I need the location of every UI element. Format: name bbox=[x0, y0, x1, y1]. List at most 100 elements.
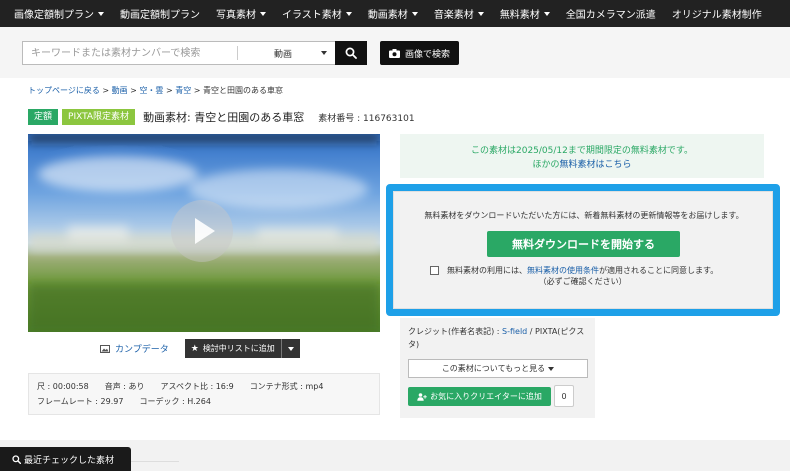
author-link[interactable]: S-field bbox=[502, 327, 527, 336]
spec-framerate: フレームレート : 29.97 bbox=[37, 397, 124, 406]
terms-link[interactable]: 無料素材の使用条件 bbox=[527, 266, 599, 275]
free-download-button[interactable]: 無料ダウンロードを開始する bbox=[487, 231, 680, 257]
download-panel: 無料素材をダウンロードいただいた方には、新着無料素材の更新情報等をお届けします。… bbox=[393, 191, 773, 309]
chevron-down-icon bbox=[345, 11, 352, 16]
nav-item-photographer[interactable]: 全国カメラマン派遣 bbox=[566, 6, 656, 21]
top-nav: 画像定額制プラン 動画定額制プラン 写真素材 イラスト素材 動画素材 音楽素材 … bbox=[0, 0, 790, 27]
chevron-down-icon bbox=[548, 366, 555, 371]
video-specs: 尺 : 00:00:58 音声 : あり アスペクト比 : 16:9 コンテナ形… bbox=[28, 373, 380, 415]
main-content: トップページに戻る > 動画 > 空・雲 > 青空 > 青空と田園のある車窓 定… bbox=[0, 78, 790, 440]
nav-item-video-plan[interactable]: 動画定額制プラン bbox=[120, 6, 200, 21]
play-icon bbox=[195, 218, 215, 244]
credit-text: クレジット(作者名表記) : S-field / PIXTA(ピクスタ) bbox=[408, 325, 592, 351]
divider bbox=[131, 461, 179, 462]
nav-label: 動画素材 bbox=[367, 10, 408, 21]
free-notice-line2: ほかの無料素材はこちら bbox=[400, 158, 764, 172]
breadcrumb-bluesky[interactable]: 青空 bbox=[175, 86, 191, 95]
spec-codec: コーデック : H.264 bbox=[139, 397, 211, 406]
search-type-value: 動画 bbox=[274, 49, 293, 60]
more-about-label: この素材についてもっと見る bbox=[441, 364, 546, 373]
search-icon bbox=[12, 454, 21, 464]
nav-item-free[interactable]: 無料素材 bbox=[500, 6, 550, 21]
image-search-button[interactable]: 画像で検索 bbox=[380, 41, 459, 65]
chevron-down-icon bbox=[287, 346, 294, 351]
badge-pixta-limited: PIXTA限定素材 bbox=[62, 109, 136, 125]
favorite-creator-label: お気に入りクリエイターに追加 bbox=[430, 392, 542, 401]
video-actions: カンプデータ ★ 検討中リストに追加 bbox=[100, 339, 300, 358]
free-notice: この素材は2025/05/12まで期間限定の無料素材です。 ほかの無料素材はこち… bbox=[400, 134, 764, 178]
free-materials-link[interactable]: 無料素材はこちら bbox=[560, 160, 632, 170]
nav-item-music[interactable]: 音楽素材 bbox=[434, 6, 484, 21]
breadcrumb-sep: > bbox=[99, 86, 112, 95]
agree-suffix: が適用されることに同意します。 bbox=[599, 266, 719, 275]
search-icon bbox=[345, 47, 357, 59]
add-to-list-button[interactable]: ★ 検討中リストに追加 bbox=[184, 339, 281, 358]
chevron-down-icon bbox=[321, 51, 327, 55]
play-button[interactable] bbox=[171, 200, 233, 262]
nav-item-video[interactable]: 動画素材 bbox=[368, 6, 418, 21]
nav-label: オリジナル素材制作 bbox=[671, 10, 762, 21]
more-about-button[interactable]: この素材についてもっと見る bbox=[408, 359, 588, 378]
nav-item-photo[interactable]: 写真素材 bbox=[216, 6, 266, 21]
agree-row: 無料素材の利用には、無料素材の使用条件が適用されることに同意します。 （必ずご確… bbox=[430, 265, 718, 287]
breadcrumb-sep: > bbox=[127, 86, 140, 95]
breadcrumb-sep: > bbox=[191, 86, 204, 95]
nav-label: 画像定額制プラン bbox=[14, 10, 94, 21]
add-user-icon bbox=[417, 392, 427, 401]
agree-checkbox[interactable] bbox=[430, 266, 439, 275]
material-number: 素材番号 : 116763101 bbox=[318, 113, 415, 124]
spec-audio: 音声 : あり bbox=[104, 382, 145, 391]
spec-row: 尺 : 00:00:58 音声 : あり アスペクト比 : 16:9 コンテナ形… bbox=[37, 379, 371, 394]
star-icon: ★ bbox=[190, 343, 199, 354]
recent-materials-label: 最近チェックした素材 bbox=[24, 455, 115, 466]
chevron-down-icon bbox=[260, 11, 266, 16]
comp-data-link[interactable]: カンプデータ bbox=[100, 342, 169, 355]
free-notice-text: この素材は2025/05/12まで期間限定の無料素材です。 bbox=[471, 146, 693, 156]
favorite-creator-button[interactable]: お気に入りクリエイターに追加 bbox=[408, 387, 551, 406]
search-input[interactable] bbox=[23, 42, 237, 64]
nav-item-illustration[interactable]: イラスト素材 bbox=[282, 6, 352, 21]
camera-icon bbox=[388, 48, 400, 58]
breadcrumb: トップページに戻る > 動画 > 空・雲 > 青空 > 青空と田園のある車窓 bbox=[28, 85, 283, 96]
breadcrumb-current: 青空と田園のある車窓 bbox=[203, 86, 284, 95]
image-search-label: 画像で検索 bbox=[404, 49, 450, 60]
add-to-list-dropdown[interactable] bbox=[280, 339, 300, 358]
spec-container: コンテナ形式 : mp4 bbox=[249, 382, 324, 391]
free-notice-prefix: ほかの bbox=[532, 160, 560, 170]
download-intro: 無料素材をダウンロードいただいた方には、新着無料素材の更新情報等をお届けします。 bbox=[424, 211, 744, 220]
chevron-down-icon bbox=[477, 11, 484, 16]
breadcrumb-sky[interactable]: 空・雲 bbox=[139, 86, 163, 95]
page-title: 動画素材: 青空と田園のある車窓 bbox=[143, 111, 305, 124]
search-type-select[interactable]: 動画 bbox=[238, 47, 335, 60]
add-to-list-label: 検討中リストに追加 bbox=[202, 344, 275, 353]
search-button[interactable] bbox=[335, 41, 367, 65]
comp-data-label: カンプデータ bbox=[115, 345, 169, 355]
breadcrumb-top[interactable]: トップページに戻る bbox=[28, 86, 100, 95]
nav-label: 写真素材 bbox=[216, 10, 256, 21]
video-player[interactable] bbox=[28, 134, 380, 332]
nav-label: 全国カメラマン派遣 bbox=[565, 10, 656, 21]
breadcrumb-sep: > bbox=[163, 86, 176, 95]
credit-box: クレジット(作者名表記) : S-field / PIXTA(ピクスタ) この素… bbox=[400, 318, 595, 418]
chevron-down-icon bbox=[543, 11, 550, 16]
chevron-down-icon bbox=[98, 11, 104, 16]
spec-row: フレームレート : 29.97 コーデック : H.264 bbox=[37, 394, 371, 409]
title-row: 定額 PIXTA限定素材 動画素材: 青空と田園のある車窓 素材番号 : 116… bbox=[28, 109, 415, 125]
recent-materials-tab[interactable]: 最近チェックした素材 bbox=[0, 447, 131, 471]
agree-prefix: 無料素材の利用には、 bbox=[447, 266, 527, 275]
nav-item-original[interactable]: オリジナル素材制作 bbox=[672, 6, 762, 21]
spec-aspect: アスペクト比 : 16:9 bbox=[160, 382, 234, 391]
agree-text: 無料素材の利用には、無料素材の使用条件が適用されることに同意します。 （必ずご確… bbox=[447, 265, 718, 287]
chevron-down-icon bbox=[411, 11, 418, 16]
nav-label: イラスト素材 bbox=[282, 10, 342, 21]
search-bar: 動画 画像で検索 bbox=[0, 27, 790, 78]
search-box: 動画 bbox=[22, 41, 336, 65]
nav-item-image-plan[interactable]: 画像定額制プラン bbox=[14, 6, 104, 21]
credit-prefix: クレジット(作者名表記) : bbox=[408, 327, 503, 336]
nav-label: 動画定額制プラン bbox=[120, 10, 200, 21]
spec-duration: 尺 : 00:00:58 bbox=[37, 382, 89, 391]
nav-label: 無料素材 bbox=[499, 10, 540, 21]
breadcrumb-video[interactable]: 動画 bbox=[112, 86, 128, 95]
badge-fixed-price: 定額 bbox=[28, 109, 59, 125]
agree-note: （必ずご確認ください） bbox=[538, 277, 627, 286]
